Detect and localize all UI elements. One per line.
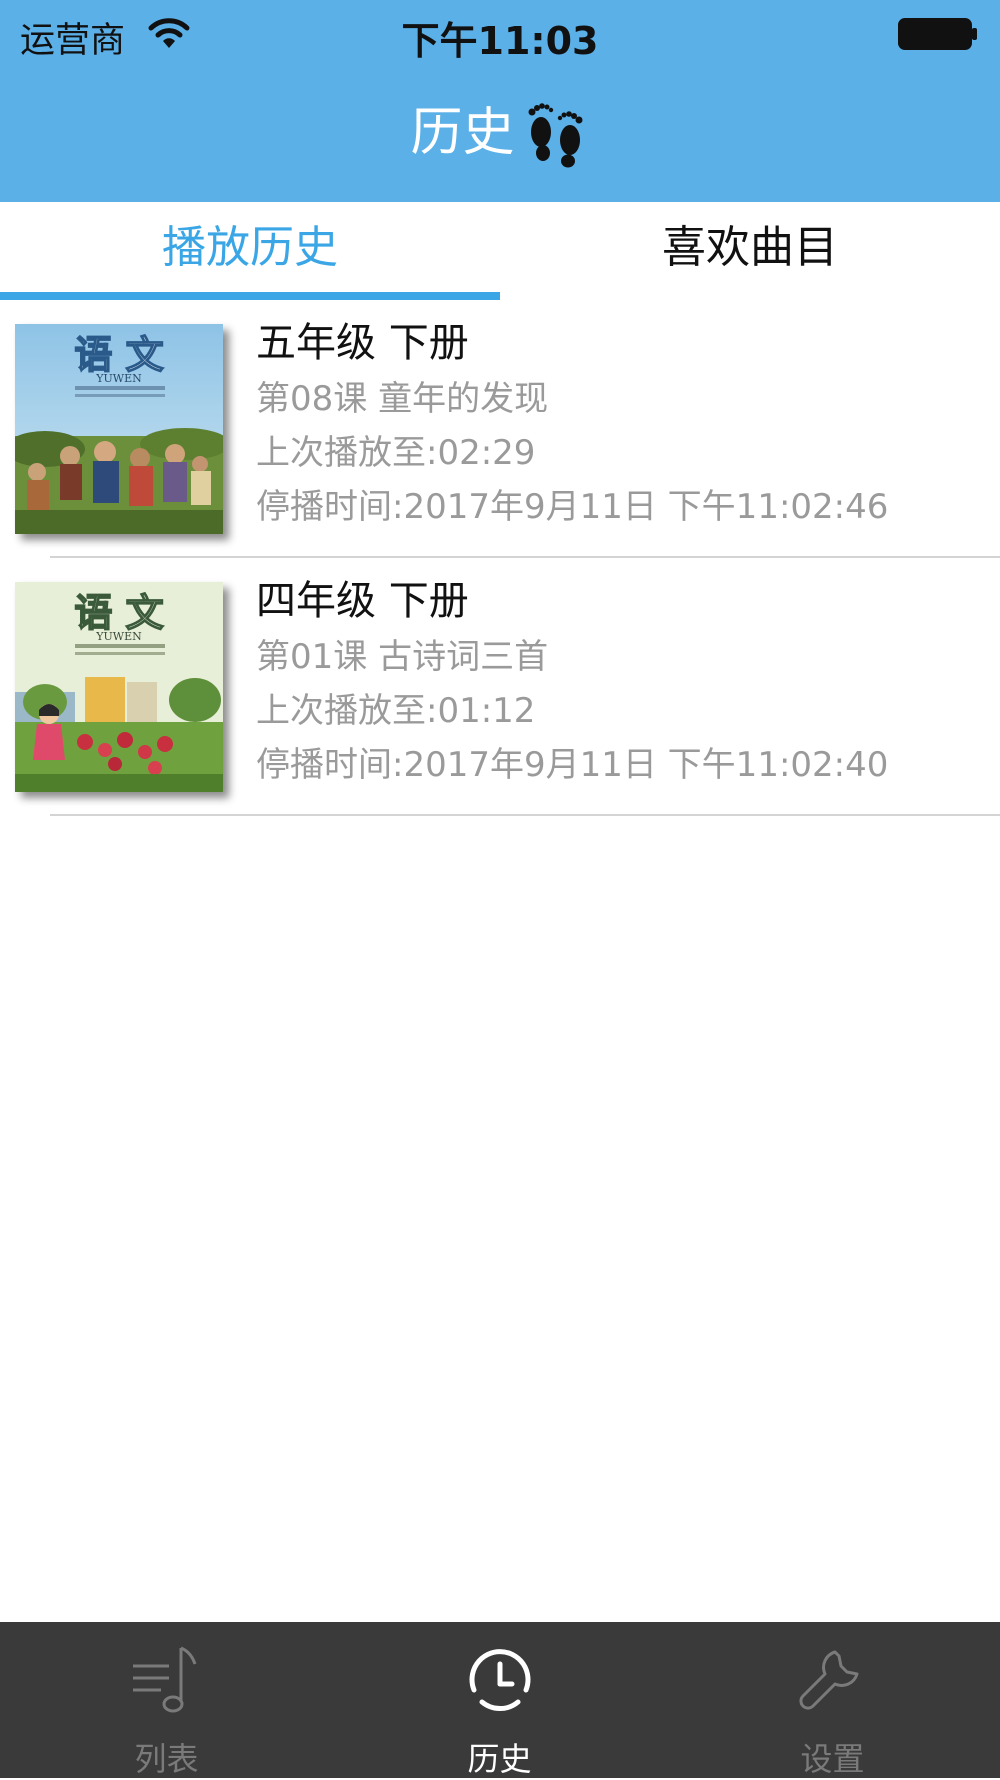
- item-lesson: 第01课 古诗词三首: [256, 637, 549, 677]
- tab-bar-label: 列表: [134, 1740, 199, 1778]
- tab-bar-item-history[interactable]: 历史: [333, 1622, 666, 1778]
- battery-icon: [898, 18, 978, 50]
- item-text: 四年级 下册 第01课 古诗词三首 上次播放至:01:12 停播时间:2017年…: [256, 576, 990, 792]
- tab-indicator: [0, 292, 500, 300]
- list-item[interactable]: 语 文 YUWEN: [15, 558, 1000, 816]
- item-lesson: 第08课 童年的发现: [256, 379, 549, 419]
- book-cover-image: 语 文 YUWEN: [15, 324, 223, 534]
- item-text: 五年级 下册 第08课 童年的发现 上次播放至:02:29 停播时间:2017年…: [256, 318, 990, 534]
- page-title: 历史: [410, 103, 515, 163]
- cover-subtitle: YUWEN: [95, 372, 142, 385]
- cover-title: 语 文: [74, 590, 163, 635]
- header: 运营商 下午11:03 历史: [0, 0, 1000, 202]
- tab-favorites[interactable]: 喜欢曲目: [500, 202, 1000, 300]
- item-title: 五年级 下册: [256, 320, 469, 366]
- segment-tabs: 播放历史 喜欢曲目: [0, 202, 1000, 300]
- bottom-tab-bar: 列表 历史 设置: [0, 1622, 1000, 1778]
- cover-title: 语 文: [74, 332, 163, 377]
- music-list-icon: [129, 1642, 205, 1718]
- history-list: 语 文 YUWEN 五年级 下册 第08课 童年的发现 上次播放至:02:29 …: [0, 300, 1000, 816]
- item-last-played: 上次播放至:02:29: [256, 433, 536, 473]
- tab-bar-item-list[interactable]: 列表: [0, 1622, 333, 1778]
- item-title: 四年级 下册: [256, 578, 469, 624]
- tab-bar-label: 历史: [467, 1740, 532, 1778]
- status-time: 下午11:03: [401, 19, 599, 63]
- footprints-icon: [524, 98, 590, 168]
- clock-icon: [462, 1642, 538, 1718]
- status-bar: 运营商 下午11:03: [0, 0, 1000, 70]
- tab-bar-item-settings[interactable]: 设置: [666, 1622, 999, 1778]
- tab-bar-label: 设置: [800, 1740, 865, 1778]
- book-cover-image: 语 文 YUWEN: [15, 582, 223, 792]
- item-last-played: 上次播放至:01:12: [256, 691, 536, 731]
- nav-bar: 历史: [0, 96, 1000, 170]
- tab-play-history[interactable]: 播放历史: [0, 202, 500, 300]
- item-stop-time: 停播时间:2017年9月11日 下午11:02:46: [256, 487, 889, 527]
- cover-subtitle: YUWEN: [95, 630, 142, 643]
- wrench-icon: [795, 1642, 871, 1718]
- item-stop-time: 停播时间:2017年9月11日 下午11:02:40: [256, 745, 889, 785]
- list-item[interactable]: 语 文 YUWEN: [15, 300, 1000, 558]
